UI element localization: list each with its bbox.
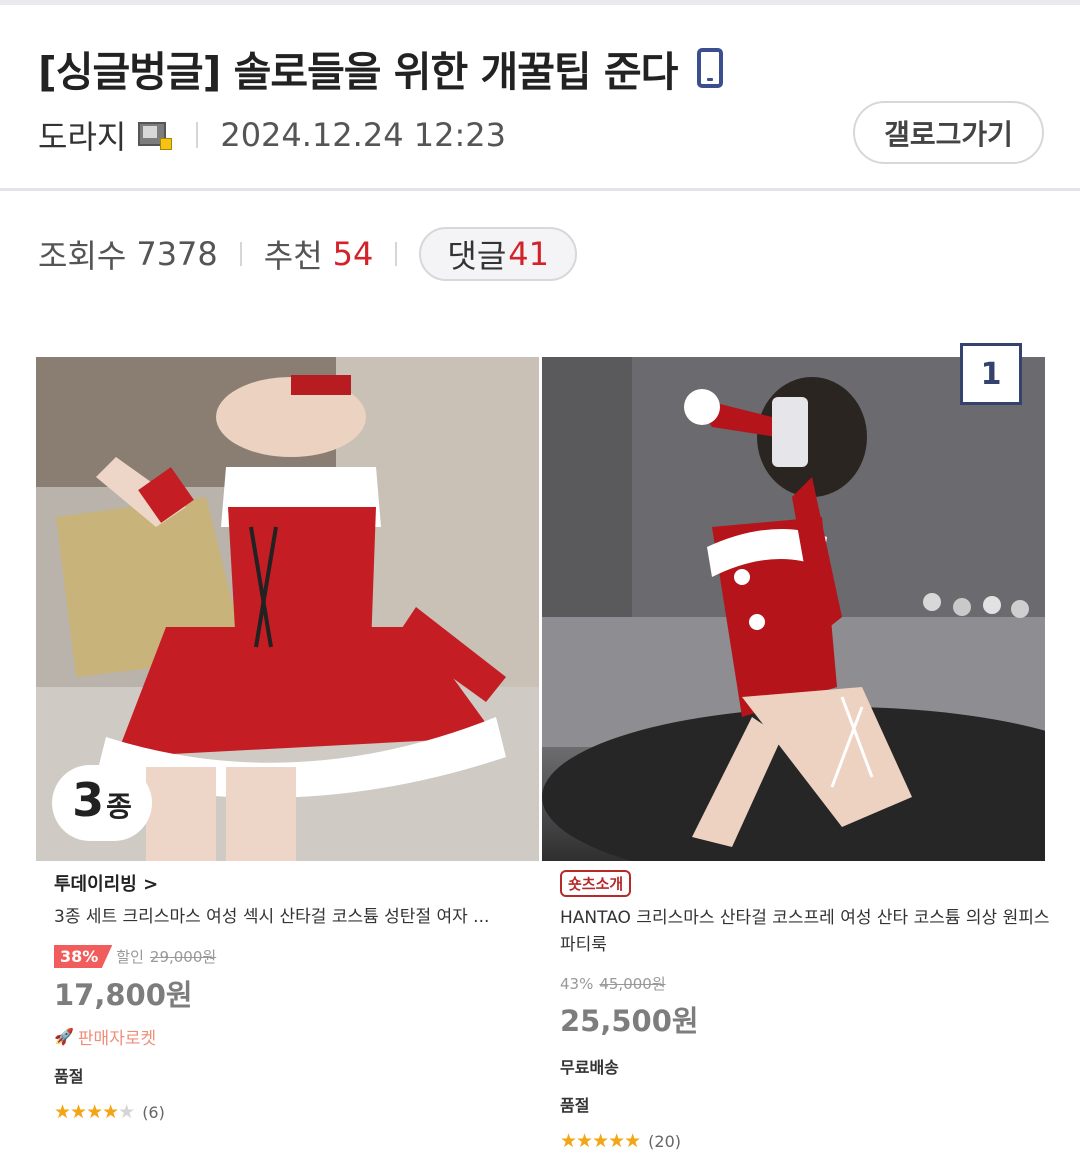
shipping-label: 무료배송	[560, 1058, 619, 1077]
sale-price: 17,800원	[54, 978, 193, 1012]
seller-rocket-tag: 🚀 판매자로켓	[54, 1024, 554, 1049]
product-card-right[interactable]: 숏츠소개 HANTAO 크리스마스 산타걸 코스프레 여성 산타 코스튬 의상 …	[560, 870, 1060, 1152]
rating-stars-icon: ★★★★★	[560, 1130, 641, 1152]
rocket-icon: 🚀	[54, 1027, 74, 1046]
meta-divider	[196, 122, 199, 148]
product-rating: ★★★★★ (20)	[560, 1130, 1060, 1152]
views-count: 7378	[136, 235, 218, 273]
product-name[interactable]: HANTAO 크리스마스 산타걸 코스프레 여성 산타 코스튬 의상 원피스 파…	[560, 905, 1060, 959]
sale-price: 25,500원	[560, 1004, 699, 1038]
seller-rocket-label: 판매자로켓	[77, 1029, 157, 1049]
recommend-label: 추천	[263, 237, 323, 275]
product-photo-left: 3 종	[36, 357, 539, 861]
comments-count: 41	[508, 235, 549, 273]
promo-tag: 숏츠소개	[560, 870, 632, 897]
author-name[interactable]: 도라지	[38, 112, 126, 158]
original-price: 45,000원	[599, 975, 666, 993]
post-title-text: [싱글벙글] 솔로들을 위한 개꿀팁 준다	[38, 48, 678, 96]
discount-label: 할인	[116, 948, 144, 966]
header-divider	[0, 188, 1080, 191]
image-index-badge: 1	[960, 343, 1022, 405]
post-date: 2024.12.24 12:23	[220, 116, 506, 154]
variant-count-badge: 3 종	[52, 765, 152, 841]
store-name[interactable]: 투데이리빙 >	[54, 870, 554, 896]
post-title: [싱글벙글] 솔로들을 위한 개꿀팁 준다	[38, 38, 724, 98]
discount-percent: 43%	[560, 974, 594, 993]
stock-status: 품절	[560, 1096, 590, 1115]
stock-status: 품절	[54, 1067, 84, 1086]
variant-count-unit: 종	[106, 790, 132, 823]
product-photo-right	[542, 357, 1045, 861]
mobile-phone-icon	[697, 48, 724, 88]
discount-percent: 38%	[54, 945, 113, 968]
original-price: 29,000원	[149, 948, 217, 966]
product-rating: ★★★★★ (6)	[54, 1101, 554, 1123]
rating-stars-icon: ★★★★★	[54, 1101, 135, 1123]
top-border	[0, 0, 1080, 5]
product-card-left[interactable]: 투데이리빙 > 3종 세트 크리스마스 여성 섹시 산타걸 코스튬 성탄절 여자…	[54, 870, 554, 1123]
user-level-badge-icon	[138, 120, 173, 150]
product-name[interactable]: 3종 세트 크리스마스 여성 섹시 산타걸 코스튬 성탄절 여자 ...	[54, 904, 524, 931]
discount-row: 43% 45,000원	[560, 973, 1060, 994]
review-count: (6)	[142, 1102, 165, 1122]
stats-divider	[239, 242, 242, 266]
post-meta: 도라지 2024.12.24 12:23	[38, 112, 506, 158]
post-stats: 조회수 7378 추천 54 댓글 41	[38, 226, 577, 282]
variant-count-number: 3	[72, 773, 105, 827]
review-count: (20)	[648, 1131, 682, 1151]
discount-row: 38% 할인 29,000원	[54, 945, 554, 968]
gallog-button[interactable]: 갤로그가기	[853, 101, 1044, 164]
recommend-count: 54	[332, 235, 374, 273]
views-label: 조회수	[38, 237, 127, 275]
comments-button[interactable]: 댓글 41	[419, 227, 577, 281]
stats-divider	[395, 242, 398, 266]
comments-label: 댓글	[447, 237, 507, 275]
post-content-image: 3 종 1 투데이리빙 > 3종 세트 크리스마스 여성 섹시 산타걸 코스튬 …	[36, 343, 1050, 1175]
